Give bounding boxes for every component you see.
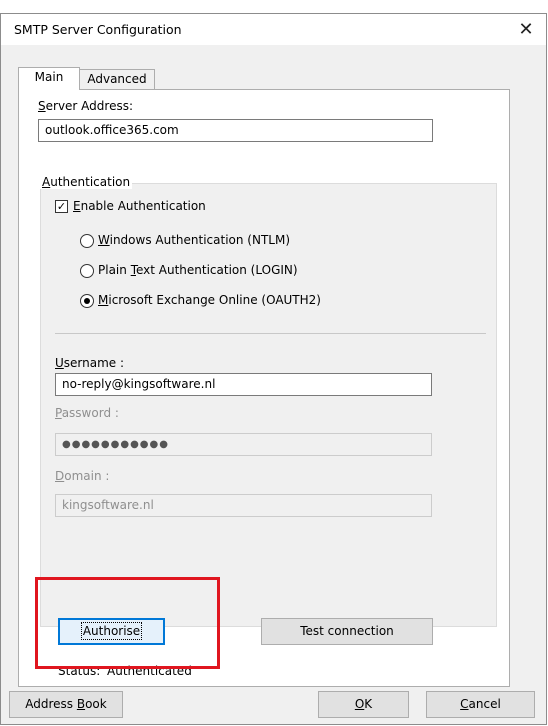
radio-selected-dot <box>84 298 90 304</box>
password-input[interactable]: ●●●●●●●●●●● <box>55 433 432 456</box>
checkmark-icon: ✓ <box>56 200 67 213</box>
radio-exchange-oauth2[interactable] <box>80 294 94 308</box>
exchange-oauth2-label[interactable]: Microsoft Exchange Online (OAUTH2) <box>98 293 321 307</box>
ok-button[interactable]: OK <box>318 691 409 718</box>
domain-input[interactable]: kingsoftware.nl <box>55 494 432 517</box>
auth-separator <box>55 333 486 334</box>
background-cropped-text <box>0 0 548 12</box>
authentication-group: ✓ Enable Authentication Windows Authenti… <box>40 183 497 627</box>
windows-auth-label[interactable]: Windows Authentication (NTLM) <box>98 233 290 247</box>
username-input[interactable]: no-reply@kingsoftware.nl <box>55 373 432 396</box>
server-address-label: Server Address: <box>38 99 134 113</box>
radio-plain-text-auth[interactable] <box>80 264 94 278</box>
tab-main-label: Main <box>34 70 64 84</box>
test-connection-button[interactable]: Test connection <box>261 618 433 645</box>
window-title: SMTP Server Configuration <box>14 22 182 37</box>
password-label: Password : <box>55 406 119 420</box>
domain-label: Domain : <box>55 469 110 483</box>
enable-authentication-checkbox[interactable]: ✓ <box>55 200 68 213</box>
tab-advanced[interactable]: Advanced <box>79 69 155 90</box>
address-book-button[interactable]: Address Book <box>9 691 123 718</box>
tab-advanced-label: Advanced <box>87 72 147 86</box>
close-icon[interactable]: ✕ <box>506 14 546 45</box>
tab-main[interactable]: Main <box>18 67 80 90</box>
username-label: Username : <box>55 356 125 370</box>
cancel-button[interactable]: Cancel <box>426 691 535 718</box>
authentication-group-label: Authentication <box>40 175 133 189</box>
plain-text-auth-label[interactable]: Plain Text Authentication (LOGIN) <box>98 263 298 277</box>
server-address-input[interactable]: outlook.office365.com <box>38 119 433 142</box>
authorise-highlight-box <box>35 577 220 669</box>
title-bar: SMTP Server Configuration ✕ <box>1 14 546 45</box>
enable-authentication-label[interactable]: Enable Authentication <box>73 199 206 213</box>
radio-windows-auth[interactable] <box>80 234 94 248</box>
